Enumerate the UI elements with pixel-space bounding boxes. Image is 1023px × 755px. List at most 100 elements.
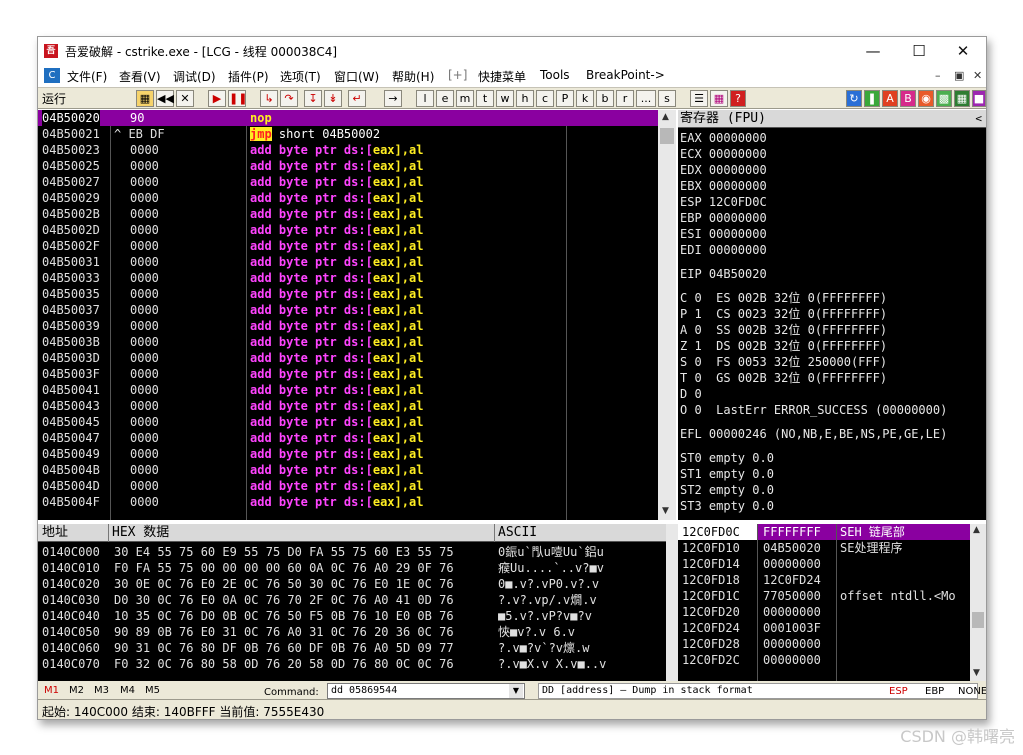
register-line[interactable]: O 0 LastErr ERROR_SUCCESS (00000000)	[680, 402, 947, 418]
disasm-row[interactable]: 04B5004D 0000 add byte ptr ds:[eax],al	[38, 478, 658, 494]
register-line[interactable]: Z 1 DS 002B 32位 0(FFFFFFFF)	[680, 338, 887, 354]
register-line[interactable]: C 0 ES 002B 32位 0(FFFFFFFF)	[680, 290, 887, 306]
mark-m5[interactable]: M5	[145, 685, 160, 696]
step-into-icon[interactable]: ↳	[260, 90, 278, 107]
goto-icon[interactable]: →	[384, 90, 402, 107]
disasm-row[interactable]: 04B5003B 0000 add byte ptr ds:[eax],al	[38, 334, 658, 350]
disassembly-scrollbar[interactable]: ▲ ▼	[658, 110, 676, 520]
disasm-row[interactable]: 04B5004B 0000 add byte ptr ds:[eax],al	[38, 462, 658, 478]
disasm-row[interactable]: 04B5002F 0000 add byte ptr ds:[eax],al	[38, 238, 658, 254]
dump-row[interactable]: 0140C050 90 89 0B 76 E0 31 0C 76 A0 31 0C…	[38, 624, 666, 640]
register-line[interactable]: ESI 00000000	[680, 226, 767, 242]
disasm-row[interactable]: 04B5004F 0000 add byte ptr ds:[eax],al	[38, 494, 658, 510]
toolbar-letter-c[interactable]: c	[536, 90, 554, 107]
stack-scrollbar[interactable]: ▲ ▼	[970, 524, 986, 681]
ebp-mode[interactable]: EBP	[925, 686, 944, 697]
run-icon[interactable]: ▶	[208, 90, 226, 107]
disasm-row[interactable]: 04B50037 0000 add byte ptr ds:[eax],al	[38, 302, 658, 318]
register-line[interactable]: EDX 00000000	[680, 162, 767, 178]
execute-till-return-icon[interactable]: ↵	[348, 90, 366, 107]
toolbar-ellipsis[interactable]: ...	[636, 90, 656, 107]
disasm-row[interactable]: 04B50027 0000 add byte ptr ds:[eax],al	[38, 174, 658, 190]
dump-row[interactable]: 0140C030 D0 30 0C 76 E0 0A 0C 76 70 2F 0C…	[38, 592, 666, 608]
disasm-row[interactable]: 04B50029 0000 add byte ptr ds:[eax],al	[38, 190, 658, 206]
toolbar-letter-r[interactable]: r	[616, 90, 634, 107]
disasm-row[interactable]: 04B50039 0000 add byte ptr ds:[eax],al	[38, 318, 658, 334]
menu-view[interactable]: 查看(V)	[119, 68, 161, 85]
menu-help[interactable]: 帮助(H)	[392, 68, 434, 85]
register-line[interactable]: ECX 00000000	[680, 146, 767, 162]
disasm-row[interactable]: 04B50045 0000 add byte ptr ds:[eax],al	[38, 414, 658, 430]
dump-row[interactable]: 0140C010 F0 FA 55 75 00 00 00 00 60 0A 0C…	[38, 560, 666, 576]
scroll-thumb[interactable]	[660, 128, 674, 144]
rewind-icon[interactable]: ◀◀	[156, 90, 174, 107]
esp-mode[interactable]: ESP	[889, 686, 908, 697]
chevron-down-icon[interactable]: ▼	[509, 684, 523, 698]
registers-pane[interactable]: 寄存器 (FPU) < EAX 00000000 ECX 00000000 EDX …	[678, 110, 986, 520]
disasm-row[interactable]: 04B5002B 0000 add byte ptr ds:[eax],al	[38, 206, 658, 222]
toolbar-letter-p[interactable]: P	[556, 90, 574, 107]
toolbar-letter-s[interactable]: s	[658, 90, 676, 107]
stack-row[interactable]: 12C0FD2C 00000000	[678, 652, 970, 668]
register-line[interactable]: P 1 CS 0023 32位 0(FFFFFFFF)	[680, 306, 887, 322]
stack-row[interactable]: 12C0FD10 04B50020 SE处理程序	[678, 540, 970, 556]
grid-icon[interactable]: ▦	[710, 90, 728, 107]
stack-row[interactable]: 12C0FD1C 77050000 offset ntdll.<Mo	[678, 588, 970, 604]
register-line[interactable]: ST3 empty 0.0	[680, 498, 774, 514]
stack-row[interactable]: 12C0FD20 00000000	[678, 604, 970, 620]
menu-plugins[interactable]: 插件(P)	[228, 68, 269, 85]
close-button[interactable]: ✕	[940, 37, 986, 65]
stack-row-selected[interactable]: 12C0FD0C FFFFFFFF SEH 链尾部	[678, 524, 970, 540]
trace-into-icon[interactable]: ↧	[304, 90, 322, 107]
register-line[interactable]: A 0 SS 002B 32位 0(FFFFFFFF)	[680, 322, 887, 338]
stack-row[interactable]: 12C0FD28 00000000	[678, 636, 970, 652]
scroll-down-icon[interactable]: ▼	[973, 668, 980, 678]
stack-pane[interactable]: 12C0FD0C FFFFFFFF SEH 链尾部 12C0FD10 04B50020 S…	[678, 524, 970, 681]
scroll-up-icon[interactable]: ▲	[973, 525, 980, 535]
close-process-icon[interactable]: ✕	[176, 90, 194, 107]
menu-options[interactable]: 选项(T)	[280, 68, 321, 85]
dump-row[interactable]: 0140C070 F0 32 0C 76 80 58 0D 76 20 58 0D…	[38, 656, 666, 672]
list-icon[interactable]: ☰	[690, 90, 708, 107]
menu-breakpoint[interactable]: BreakPoint->	[586, 68, 665, 82]
toolbar-letter-b[interactable]: b	[596, 90, 614, 107]
chart-icon[interactable]: ▩	[936, 90, 952, 107]
scroll-up-icon[interactable]: ▲	[662, 112, 669, 122]
collapse-icon[interactable]: <	[975, 110, 982, 128]
register-line[interactable]: EFL 00000246 (NO,NB,E,BE,NS,PE,GE,LE)	[680, 426, 947, 442]
register-line[interactable]: EIP 04B50020	[680, 266, 767, 282]
scroll-thumb[interactable]	[972, 612, 984, 628]
disasm-row[interactable]: 04B50041 0000 add byte ptr ds:[eax],al	[38, 382, 658, 398]
extra-plugin-icon[interactable]: ■	[972, 90, 986, 107]
disasm-row[interactable]: 04B50033 0000 add byte ptr ds:[eax],al	[38, 270, 658, 286]
dump-scrollbar[interactable]	[666, 524, 678, 681]
disasm-row[interactable]: 04B50020 90 nop	[38, 110, 658, 126]
command-input[interactable]: dd 05869544	[327, 683, 525, 699]
disasm-row[interactable]: 04B5002D 0000 add byte ptr ds:[eax],al	[38, 222, 658, 238]
dump-row[interactable]: 0140C060 90 31 0C 76 80 DF 0B 76 60 DF 0B…	[38, 640, 666, 656]
register-line[interactable]: ESP 12C0FD0C	[680, 194, 767, 210]
toolbar-letter-l[interactable]: l	[416, 90, 434, 107]
disasm-row[interactable]: 04B50049 0000 add byte ptr ds:[eax],al	[38, 446, 658, 462]
disasm-row[interactable]: 04B50025 0000 add byte ptr ds:[eax],al	[38, 158, 658, 174]
none-mode[interactable]: NONE	[958, 686, 986, 697]
stack-row[interactable]: 12C0FD14 00000000	[678, 556, 970, 572]
menu-window[interactable]: 窗口(W)	[334, 68, 379, 85]
disasm-row[interactable]: 04B50047 0000 add byte ptr ds:[eax],al	[38, 430, 658, 446]
dump-pane[interactable]: 地址 HEX 数据 ASCII 0140C000 30 E4 55 75 60 E…	[38, 524, 666, 681]
disassembly-pane[interactable]: 04B50020 90 nop 04B50021 ^ EB DF jmp short 04…	[38, 110, 658, 520]
register-line[interactable]: EAX 00000000	[680, 130, 767, 146]
register-line[interactable]: ST2 empty 0.0	[680, 482, 774, 498]
trace-over-icon[interactable]: ↡	[324, 90, 342, 107]
mark-m2[interactable]: M2	[69, 685, 84, 696]
register-line[interactable]: D 0	[680, 386, 702, 402]
disasm-row[interactable]: 04B50021 ^ EB DF jmp short 04B50002	[38, 126, 658, 142]
refresh-icon[interactable]: ↻	[846, 90, 862, 107]
dump-row[interactable]: 0140C000 30 E4 55 75 60 E9 55 75 D0 FA 55…	[38, 544, 666, 560]
maximize-button[interactable]: ☐	[896, 37, 942, 65]
mdi-close-button[interactable]: ✕	[973, 69, 982, 82]
pause-plugin-icon[interactable]: ❚	[864, 90, 880, 107]
mark-m1[interactable]: M1	[44, 685, 59, 696]
toolbar-letter-h[interactable]: h	[516, 90, 534, 107]
scroll-down-icon[interactable]: ▼	[662, 506, 669, 516]
